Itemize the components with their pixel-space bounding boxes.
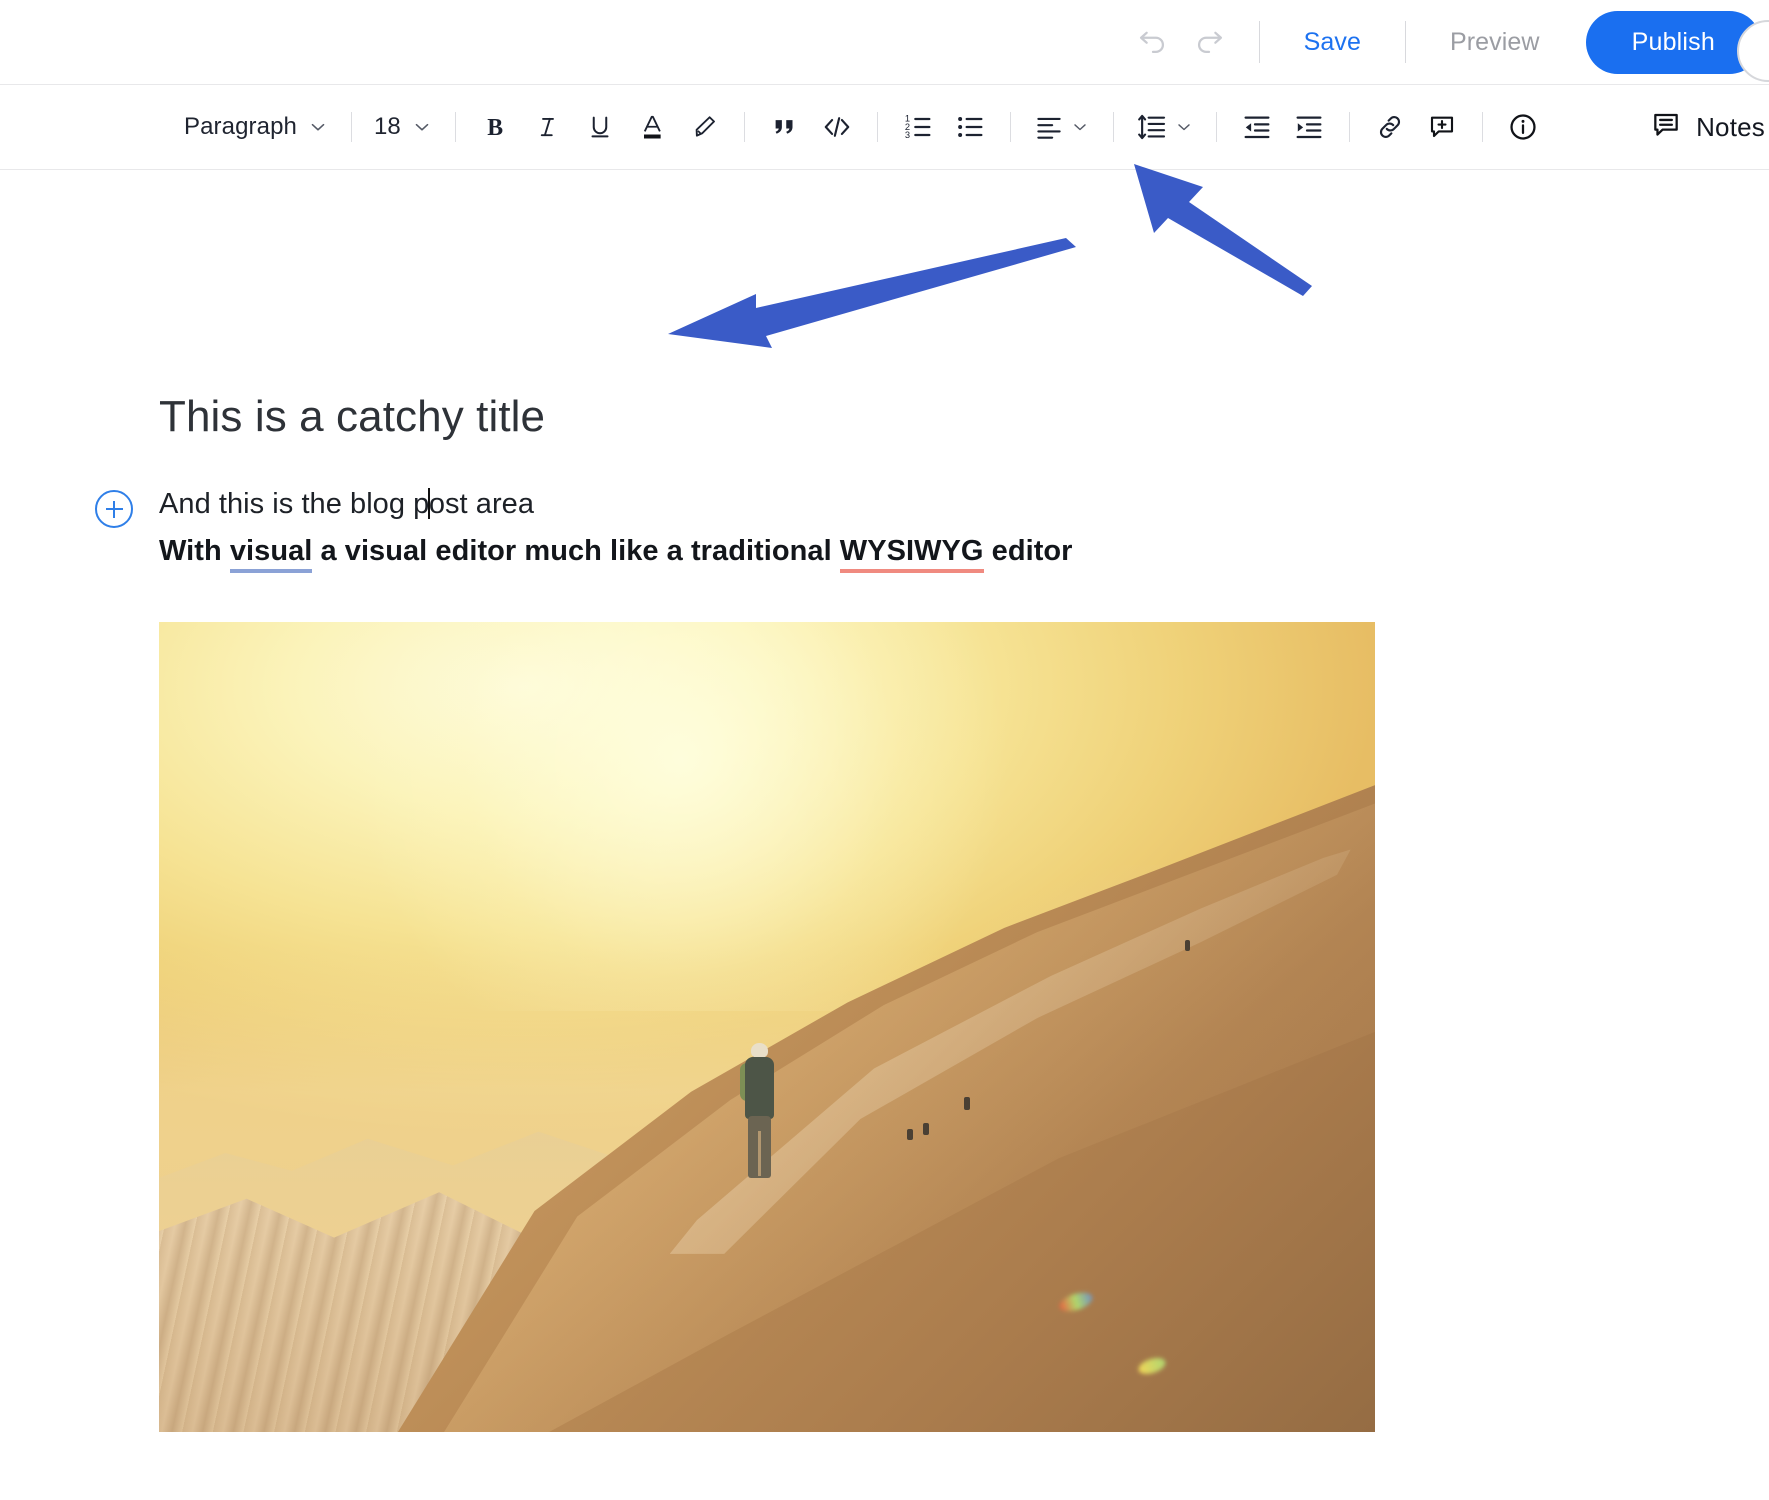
- chevron-down-icon: [307, 116, 329, 138]
- bold-text-part3: editor: [984, 535, 1073, 567]
- undo-button[interactable]: [1125, 14, 1181, 70]
- toolbar-divider: [1482, 112, 1483, 142]
- save-button[interactable]: Save: [1282, 20, 1383, 65]
- bullet-list-icon: [954, 111, 986, 143]
- page-title[interactable]: This is a catchy title: [159, 392, 545, 442]
- code-block-button[interactable]: [811, 101, 863, 153]
- info-icon: [1507, 111, 1539, 143]
- link-button[interactable]: [1364, 101, 1416, 153]
- highlighter-icon: [689, 112, 719, 142]
- add-block-button[interactable]: [95, 490, 133, 528]
- hiker-leg-gap: [758, 1131, 761, 1176]
- hiker-head: [751, 1043, 768, 1058]
- arrow-to-paragraph: [668, 238, 1076, 348]
- text-color-button[interactable]: [626, 101, 678, 153]
- blockquote-button[interactable]: [759, 101, 811, 153]
- editor-window: Save Preview Publish Paragraph 18: [0, 0, 1769, 1500]
- image-distant-hiker: [964, 1097, 970, 1110]
- toolbar-divider: [455, 112, 456, 142]
- indent-icon: [1293, 111, 1325, 143]
- blockquote-icon: [770, 112, 800, 142]
- line-height-icon: [1136, 111, 1168, 143]
- toolbar-divider: [1216, 112, 1217, 142]
- bold-button[interactable]: B: [470, 101, 522, 153]
- toolbar-divider: [351, 112, 352, 142]
- publish-button[interactable]: Publish: [1586, 11, 1761, 74]
- italic-icon: [533, 112, 563, 142]
- toolbar-divider: [744, 112, 745, 142]
- toolbar-divider: [1405, 21, 1406, 63]
- link-icon: [1374, 111, 1406, 143]
- add-comment-button[interactable]: [1416, 101, 1468, 153]
- text-align-dropdown[interactable]: [1025, 101, 1099, 153]
- image-distant-hiker: [907, 1129, 913, 1140]
- preview-button[interactable]: Preview: [1428, 20, 1562, 65]
- text-color-icon: [637, 112, 667, 142]
- paragraph-line[interactable]: And this is the blog post area: [159, 488, 534, 521]
- text-align-icon: [1034, 112, 1064, 142]
- spellcheck-flagged-word[interactable]: WYSIWYG: [840, 535, 984, 573]
- hiker-torso: [745, 1057, 774, 1119]
- bold-text-part2: a visual editor much like a traditional: [312, 535, 839, 567]
- toolbar-divider: [1259, 21, 1260, 63]
- line-height-dropdown[interactable]: [1128, 101, 1202, 153]
- block-style-dropdown[interactable]: Paragraph: [176, 107, 337, 147]
- paragraph-text-after-caret: ost area: [429, 488, 534, 520]
- formatting-toolbar: Paragraph 18 B: [0, 85, 1769, 170]
- notes-panel-toggle[interactable]: Notes: [1650, 85, 1769, 170]
- image-distant-hiker: [923, 1123, 929, 1135]
- bold-paragraph-line[interactable]: With visual a visual editor much like a …: [159, 535, 1073, 568]
- svg-text:B: B: [487, 115, 503, 141]
- toolbar-divider: [1113, 112, 1114, 142]
- paragraph-text-before-caret: And this is the blog p: [159, 488, 429, 520]
- bold-icon: B: [481, 112, 511, 142]
- notes-icon: [1650, 109, 1682, 146]
- arrow-to-indent-button: [1134, 164, 1312, 296]
- bold-text-part1: With: [159, 535, 230, 567]
- highlighter-button[interactable]: [678, 101, 730, 153]
- underline-icon: [585, 112, 615, 142]
- toolbar-divider: [1010, 112, 1011, 142]
- svg-text:3: 3: [905, 130, 910, 140]
- outdent-icon: [1241, 111, 1273, 143]
- image-distant-hiker: [1185, 940, 1190, 951]
- ordered-list-icon: 1 2 3: [902, 111, 934, 143]
- chevron-down-icon: [1070, 117, 1090, 137]
- chevron-down-icon: [411, 116, 433, 138]
- info-button[interactable]: [1497, 101, 1549, 153]
- font-size-label: 18: [374, 113, 401, 141]
- image-hiker-figure: [737, 1043, 783, 1183]
- chevron-down-icon: [1174, 117, 1194, 137]
- redo-icon: [1192, 25, 1226, 59]
- embedded-image[interactable]: [159, 622, 1375, 1432]
- notes-label: Notes: [1696, 112, 1765, 143]
- underline-button[interactable]: [574, 101, 626, 153]
- grammar-flagged-word[interactable]: visual: [230, 535, 313, 573]
- ordered-list-button[interactable]: 1 2 3: [892, 101, 944, 153]
- font-size-dropdown[interactable]: 18: [366, 107, 441, 147]
- redo-button[interactable]: [1181, 14, 1237, 70]
- undo-icon: [1136, 25, 1170, 59]
- block-style-label: Paragraph: [184, 113, 297, 141]
- bullet-list-button[interactable]: [944, 101, 996, 153]
- indent-button[interactable]: [1283, 101, 1335, 153]
- top-action-bar: Save Preview Publish: [0, 0, 1769, 85]
- toolbar-divider: [877, 112, 878, 142]
- code-block-icon: [821, 111, 853, 143]
- outdent-button[interactable]: [1231, 101, 1283, 153]
- toolbar-divider: [1349, 112, 1350, 142]
- add-comment-icon: [1427, 112, 1457, 142]
- italic-button[interactable]: [522, 101, 574, 153]
